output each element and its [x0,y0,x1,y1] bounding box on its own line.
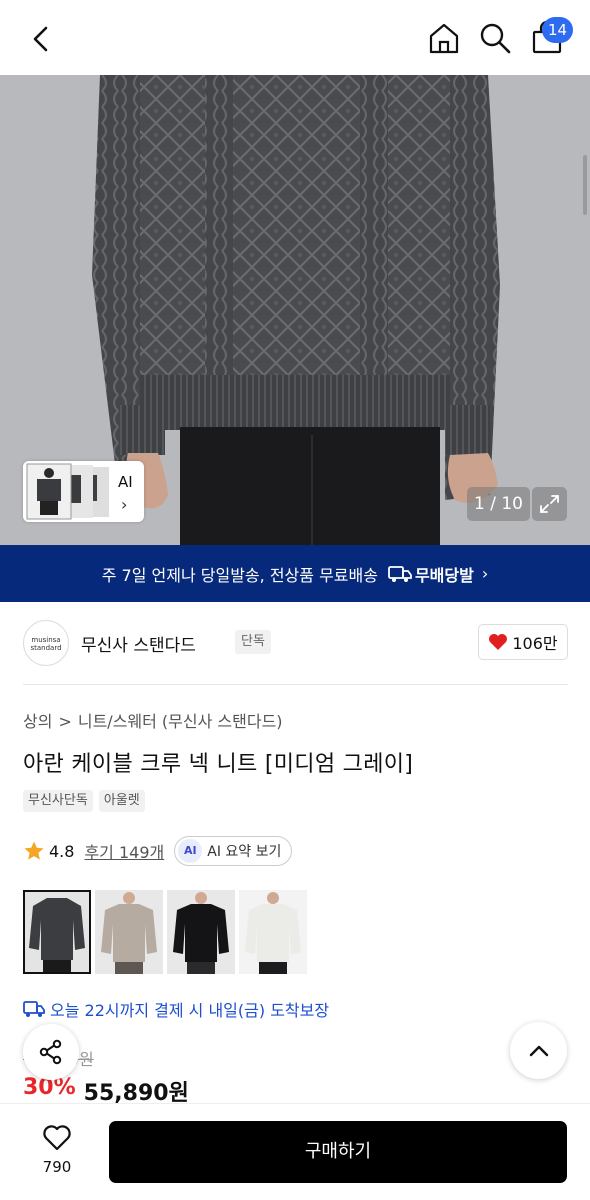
wishlist-count: 790 [42,1158,72,1176]
expand-icon[interactable] [532,487,567,521]
search-icon[interactable] [477,20,513,56]
product-title: 아란 케이블 크루 넥 니트 [미디엄 그레이] [23,752,414,777]
ai-summary-button[interactable]: AI AI 요약 보기 [174,836,293,866]
brand-name[interactable]: 무신사 스탠다드 [81,631,196,656]
chevron-left-icon[interactable] [24,22,58,56]
top-navigation-bar: 14 [0,0,590,75]
truck-icon [23,1001,45,1017]
ai-icon: AI [178,839,203,863]
tag: 무신사단독 [23,790,93,812]
banner-text: 주 7일 언제나 당일발송, 전상품 무료배송 [101,565,378,585]
ai-summary-label: AI 요약 보기 [207,844,282,860]
look-thumbnails [23,461,113,522]
reviews-link[interactable]: 후기 149개 [84,839,164,863]
ai-look-thumbnail-button[interactable]: AI › [23,461,144,522]
brand-like-button[interactable]: 106만 [478,624,568,660]
heart-icon [489,634,508,650]
exclusive-tag: 단독 [235,630,271,654]
buy-button[interactable]: 구매하기 [109,1121,567,1183]
color-option-ivory[interactable] [239,890,307,974]
chevron-up-icon [529,1045,548,1056]
share-icon [39,1039,62,1065]
scrollbar-thumb[interactable] [583,155,587,215]
star-icon [24,841,44,860]
banner-badge: 무배당발 [414,565,474,585]
image-counter: 1 / 10 [467,487,530,521]
bottom-action-bar: 790 구매하기 [0,1103,590,1200]
free-delivery-banner[interactable]: 주 7일 언제나 당일발송, 전상품 무료배송 무배당발 › [0,545,590,602]
color-option-black[interactable] [167,890,235,974]
ai-label: AI [118,473,133,491]
divider [23,684,568,685]
brand-logo[interactable]: musinsa standard [23,620,69,666]
delivery-guarantee[interactable]: 오늘 22시까지 결제 시 내일(금) 도착보장 [23,997,329,1021]
home-icon[interactable] [426,20,462,56]
tag: 아울렛 [98,790,145,812]
color-options [23,890,307,974]
wishlist-button[interactable]: 790 [30,1124,84,1184]
color-option-beige[interactable] [95,890,163,974]
breadcrumb: 상의 > 니트/스웨터 (무신사 스탠다드) [23,708,283,732]
chevron-right-icon: › [481,564,489,583]
brand-row: musinsa standard 무신사 스탠다드 단독 106만 [23,620,568,668]
delivery-text: 오늘 22시까지 결제 시 내일(금) 도착보장 [50,1001,330,1020]
rating-score: 4.8 [49,841,75,861]
cart-count-badge: 14 [542,17,574,43]
color-option-medium-gray[interactable] [23,890,91,974]
breadcrumb-item[interactable]: 니트/스웨터 (무신사 스탠다드) [78,712,283,731]
product-tags: 무신사단독 아울렛 [23,790,145,812]
chevron-right-icon: › [121,495,128,514]
share-button[interactable] [23,1024,79,1080]
like-count: 106만 [512,634,558,653]
heart-outline-icon [43,1125,71,1151]
truck-icon [388,565,412,582]
breadcrumb-separator: > [58,712,72,731]
rating-row: 4.8 후기 149개 AI AI 요약 보기 [23,836,293,866]
scroll-to-top-button[interactable] [510,1022,567,1079]
breadcrumb-item[interactable]: 상의 [23,712,52,731]
